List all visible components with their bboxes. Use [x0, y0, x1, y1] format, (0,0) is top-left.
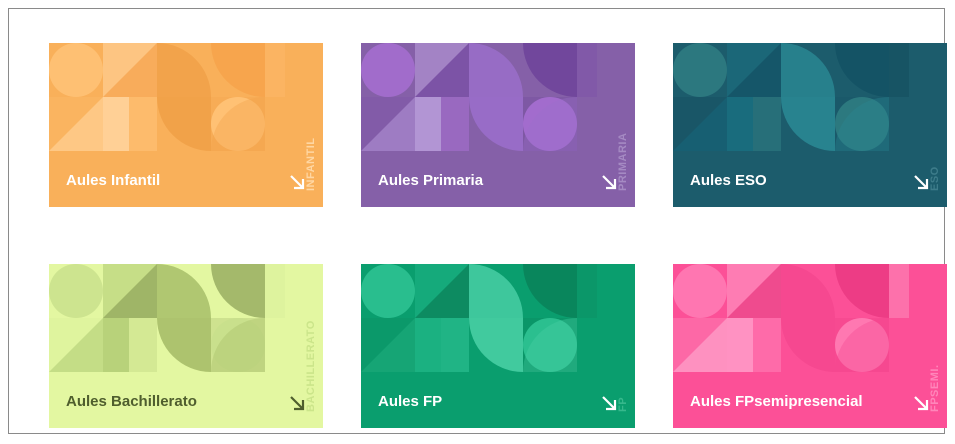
pattern-shape [577, 264, 597, 318]
pattern-shape [49, 318, 103, 372]
pattern-shape [469, 43, 523, 97]
arrow-down-right-icon [290, 396, 305, 411]
vertical-label: ESO [929, 166, 941, 191]
card-title: Aules FP [378, 393, 443, 410]
vertical-label: BACHILLERATO [305, 320, 317, 412]
card-title: Aules Infantil [66, 172, 161, 189]
pattern-shape [673, 264, 727, 318]
pattern-shape [157, 97, 211, 151]
pattern-shape [835, 264, 889, 318]
pattern-shape [441, 318, 469, 372]
arrow-down-right-icon [602, 175, 617, 190]
pattern-shape [577, 43, 597, 97]
pattern-shape [415, 97, 441, 151]
arrow-down-right-icon [290, 175, 305, 190]
pattern-shape [469, 264, 523, 318]
vertical-label: FPSEMI. [929, 364, 941, 412]
page-frame: INFANTIL Aules Infantil PRIMARIA Aules P… [8, 8, 947, 434]
card-fpsemipresencial[interactable]: FPSEMI. Aules FPsemipresencial [673, 264, 947, 428]
card-infantil[interactable]: INFANTIL Aules Infantil [49, 43, 323, 207]
pattern-shape [781, 43, 835, 97]
pattern-shape [673, 43, 727, 97]
pattern-shape [211, 43, 265, 97]
arrow-down-right-icon [914, 175, 929, 190]
pattern-shape [889, 43, 909, 97]
pattern-shape [49, 43, 103, 97]
pattern-shape [157, 264, 211, 318]
vertical-label: PRIMARIA [617, 132, 629, 191]
card-title: Aules ESO [690, 172, 767, 189]
pattern-shape [673, 318, 727, 372]
card-primaria[interactable]: PRIMARIA Aules Primaria [361, 43, 635, 207]
pattern-shape [361, 264, 415, 318]
pattern-shape [781, 97, 835, 151]
pattern-shape [265, 264, 285, 318]
pattern-shape [49, 97, 103, 151]
pattern-shape [157, 318, 211, 372]
pattern-shape [673, 97, 727, 151]
arrow-down-right-icon [914, 396, 929, 411]
arrow-down-right-icon [602, 396, 617, 411]
pattern-shape [523, 264, 577, 318]
pattern-shape [727, 97, 753, 151]
pattern-shape [727, 318, 753, 372]
card-title: Aules Primaria [378, 172, 484, 189]
pattern-shape [361, 97, 415, 151]
pattern-shape [441, 97, 469, 151]
pattern-shape [835, 43, 889, 97]
pattern-shape [265, 43, 285, 97]
pattern-shape [889, 264, 909, 318]
pattern-shape [49, 264, 103, 318]
pattern-shape [469, 318, 523, 372]
pattern-shape [781, 264, 835, 318]
pattern-shape [361, 318, 415, 372]
vertical-label: INFANTIL [305, 137, 317, 192]
pattern-shape [129, 318, 157, 372]
pattern-shape [103, 318, 129, 372]
pattern-shape [523, 43, 577, 97]
pattern-shape [103, 97, 129, 151]
card-eso[interactable]: ESO Aules ESO [673, 43, 947, 207]
pattern-shape [753, 97, 781, 151]
pattern-shape [781, 318, 835, 372]
pattern-shape [753, 318, 781, 372]
card-bachillerato[interactable]: BACHILLERATO Aules Bachillerato [49, 264, 323, 428]
pattern-shape [129, 97, 157, 151]
card-title: Aules FPsemipresencial [690, 393, 863, 410]
pattern-shape [469, 97, 523, 151]
pattern-shape [157, 43, 211, 97]
classroom-grid: INFANTIL Aules Infantil PRIMARIA Aules P… [49, 43, 949, 433]
card-fp[interactable]: FP Aules FP [361, 264, 635, 428]
vertical-label: FP [617, 396, 629, 412]
pattern-shape [361, 43, 415, 97]
pattern-shape [415, 318, 441, 372]
card-title: Aules Bachillerato [66, 393, 197, 410]
pattern-shape [211, 264, 265, 318]
